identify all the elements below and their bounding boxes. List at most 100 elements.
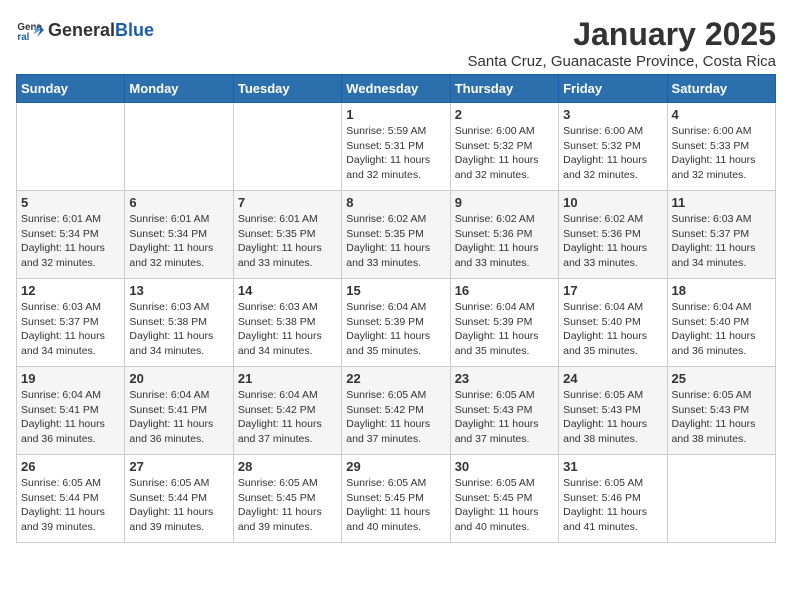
day-number: 12 [21, 283, 120, 298]
day-number: 8 [346, 195, 445, 210]
calendar-cell: 27 Sunrise: 6:05 AMSunset: 5:44 PMDayligh… [125, 455, 233, 543]
calendar-cell [125, 103, 233, 191]
calendar-cell: 11Sunrise: 6:03 AMSunset: 5:37 PMDayligh… [667, 191, 775, 279]
cell-info: Sunrise: 6:03 AMSunset: 5:37 PMDaylight:… [21, 300, 120, 359]
calendar-cell: 31 Sunrise: 6:05 AMSunset: 5:46 PMDayligh… [559, 455, 667, 543]
calendar-cell: 16 Sunrise: 6:04 AMSunset: 5:39 PMDayligh… [450, 279, 558, 367]
header-tuesday: Tuesday [233, 75, 341, 103]
header-thursday: Thursday [450, 75, 558, 103]
calendar-cell: 7Sunrise: 6:01 AMSunset: 5:35 PMDaylight… [233, 191, 341, 279]
title-block: January 2025 Santa Cruz, Guanacaste Prov… [468, 16, 776, 70]
header-row: SundayMondayTuesdayWednesdayThursdayFrid… [17, 75, 776, 103]
calendar-cell: 3 Sunrise: 6:00 AMSunset: 5:32 PMDaylight… [559, 103, 667, 191]
day-number: 22 [346, 371, 445, 386]
calendar-cell: 17 Sunrise: 6:04 AMSunset: 5:40 PMDayligh… [559, 279, 667, 367]
cell-info: Sunrise: 6:04 AMSunset: 5:40 PMDaylight:… [672, 300, 771, 359]
calendar-cell [233, 103, 341, 191]
svg-text:ral: ral [17, 32, 29, 43]
day-number: 21 [238, 371, 337, 386]
day-number: 19 [21, 371, 120, 386]
cell-info: Sunrise: 6:05 AMSunset: 5:45 PMDaylight:… [455, 476, 554, 535]
day-number: 10 [563, 195, 662, 210]
calendar-table: SundayMondayTuesdayWednesdayThursdayFrid… [16, 74, 776, 543]
day-number: 2 [455, 107, 554, 122]
day-number: 15 [346, 283, 445, 298]
day-number: 9 [455, 195, 554, 210]
week-row-2: 5 Sunrise: 6:01 AMSunset: 5:34 PMDaylight… [17, 191, 776, 279]
cell-info: Sunrise: 5:59 AMSunset: 5:31 PMDaylight:… [346, 124, 445, 183]
logo-general: General [48, 20, 115, 40]
cell-info: Sunrise: 6:02 AMSunset: 5:36 PMDaylight:… [563, 212, 662, 271]
cell-info: Sunrise: 6:04 AMSunset: 5:41 PMDaylight:… [129, 388, 228, 447]
cell-info: Sunrise: 6:05 AMSunset: 5:44 PMDaylight:… [129, 476, 228, 535]
calendar-cell: 13Sunrise: 6:03 AMSunset: 5:38 PMDayligh… [125, 279, 233, 367]
calendar-cell: 26 Sunrise: 6:05 AMSunset: 5:44 PMDayligh… [17, 455, 125, 543]
subtitle: Santa Cruz, Guanacaste Province, Costa R… [468, 53, 776, 70]
calendar-cell: 10 Sunrise: 6:02 AMSunset: 5:36 PMDayligh… [559, 191, 667, 279]
day-number: 6 [129, 195, 228, 210]
month-title: January 2025 [468, 16, 776, 53]
cell-info: Sunrise: 6:00 AMSunset: 5:32 PMDaylight:… [455, 124, 554, 183]
calendar-cell: 6 Sunrise: 6:01 AMSunset: 5:34 PMDaylight… [125, 191, 233, 279]
cell-info: Sunrise: 6:05 AMSunset: 5:46 PMDaylight:… [563, 476, 662, 535]
day-number: 3 [563, 107, 662, 122]
calendar-cell: 19 Sunrise: 6:04 AMSunset: 5:41 PMDayligh… [17, 367, 125, 455]
cell-info: Sunrise: 6:05 AMSunset: 5:42 PMDaylight:… [346, 388, 445, 447]
cell-info: Sunrise: 6:01 AMSunset: 5:34 PMDaylight:… [21, 212, 120, 271]
calendar-cell: 1 Sunrise: 5:59 AMSunset: 5:31 PMDaylight… [342, 103, 450, 191]
day-number: 24 [563, 371, 662, 386]
calendar-cell: 20 Sunrise: 6:04 AMSunset: 5:41 PMDayligh… [125, 367, 233, 455]
day-number: 26 [21, 459, 120, 474]
cell-info: Sunrise: 6:00 AMSunset: 5:32 PMDaylight:… [563, 124, 662, 183]
day-number: 28 [238, 459, 337, 474]
cell-info: Sunrise: 6:04 AMSunset: 5:41 PMDaylight:… [21, 388, 120, 447]
cell-info: Sunrise: 6:02 AMSunset: 5:36 PMDaylight:… [455, 212, 554, 271]
page-header: Gene ral GeneralBlue January 2025 Santa … [16, 16, 776, 70]
logo-text: GeneralBlue [48, 20, 154, 41]
day-number: 31 [563, 459, 662, 474]
calendar-cell [17, 103, 125, 191]
logo: Gene ral GeneralBlue [16, 16, 154, 44]
day-number: 14 [238, 283, 337, 298]
cell-info: Sunrise: 6:03 AMSunset: 5:37 PMDaylight:… [672, 212, 771, 271]
cell-info: Sunrise: 6:01 AMSunset: 5:35 PMDaylight:… [238, 212, 337, 271]
day-number: 29 [346, 459, 445, 474]
day-number: 1 [346, 107, 445, 122]
cell-info: Sunrise: 6:05 AMSunset: 5:44 PMDaylight:… [21, 476, 120, 535]
calendar-cell: 5 Sunrise: 6:01 AMSunset: 5:34 PMDaylight… [17, 191, 125, 279]
calendar-cell: 24 Sunrise: 6:05 AMSunset: 5:43 PMDayligh… [559, 367, 667, 455]
day-number: 20 [129, 371, 228, 386]
cell-info: Sunrise: 6:05 AMSunset: 5:43 PMDaylight:… [672, 388, 771, 447]
logo-icon: Gene ral [16, 16, 44, 44]
logo-blue: Blue [115, 20, 154, 40]
day-number: 16 [455, 283, 554, 298]
week-row-4: 19 Sunrise: 6:04 AMSunset: 5:41 PMDayligh… [17, 367, 776, 455]
calendar-cell: 28 Sunrise: 6:05 AMSunset: 5:45 PMDayligh… [233, 455, 341, 543]
cell-info: Sunrise: 6:04 AMSunset: 5:40 PMDaylight:… [563, 300, 662, 359]
cell-info: Sunrise: 6:05 AMSunset: 5:43 PMDaylight:… [563, 388, 662, 447]
calendar-cell: 23Sunrise: 6:05 AMSunset: 5:43 PMDayligh… [450, 367, 558, 455]
cell-info: Sunrise: 6:05 AMSunset: 5:45 PMDaylight:… [238, 476, 337, 535]
cell-info: Sunrise: 6:04 AMSunset: 5:39 PMDaylight:… [455, 300, 554, 359]
day-number: 30 [455, 459, 554, 474]
header-sunday: Sunday [17, 75, 125, 103]
day-number: 13 [129, 283, 228, 298]
cell-info: Sunrise: 6:00 AMSunset: 5:33 PMDaylight:… [672, 124, 771, 183]
calendar-cell: 12 Sunrise: 6:03 AMSunset: 5:37 PMDayligh… [17, 279, 125, 367]
cell-info: Sunrise: 6:04 AMSunset: 5:42 PMDaylight:… [238, 388, 337, 447]
header-monday: Monday [125, 75, 233, 103]
calendar-cell: 15Sunrise: 6:04 AMSunset: 5:39 PMDayligh… [342, 279, 450, 367]
calendar-cell [667, 455, 775, 543]
cell-info: Sunrise: 6:03 AMSunset: 5:38 PMDaylight:… [238, 300, 337, 359]
day-number: 17 [563, 283, 662, 298]
calendar-cell: 2 Sunrise: 6:00 AMSunset: 5:32 PMDaylight… [450, 103, 558, 191]
day-number: 4 [672, 107, 771, 122]
day-number: 5 [21, 195, 120, 210]
calendar-cell: 9 Sunrise: 6:02 AMSunset: 5:36 PMDaylight… [450, 191, 558, 279]
calendar-cell: 25Sunrise: 6:05 AMSunset: 5:43 PMDayligh… [667, 367, 775, 455]
day-number: 27 [129, 459, 228, 474]
calendar-cell: 30 Sunrise: 6:05 AMSunset: 5:45 PMDayligh… [450, 455, 558, 543]
header-friday: Friday [559, 75, 667, 103]
day-number: 18 [672, 283, 771, 298]
cell-info: Sunrise: 6:01 AMSunset: 5:34 PMDaylight:… [129, 212, 228, 271]
